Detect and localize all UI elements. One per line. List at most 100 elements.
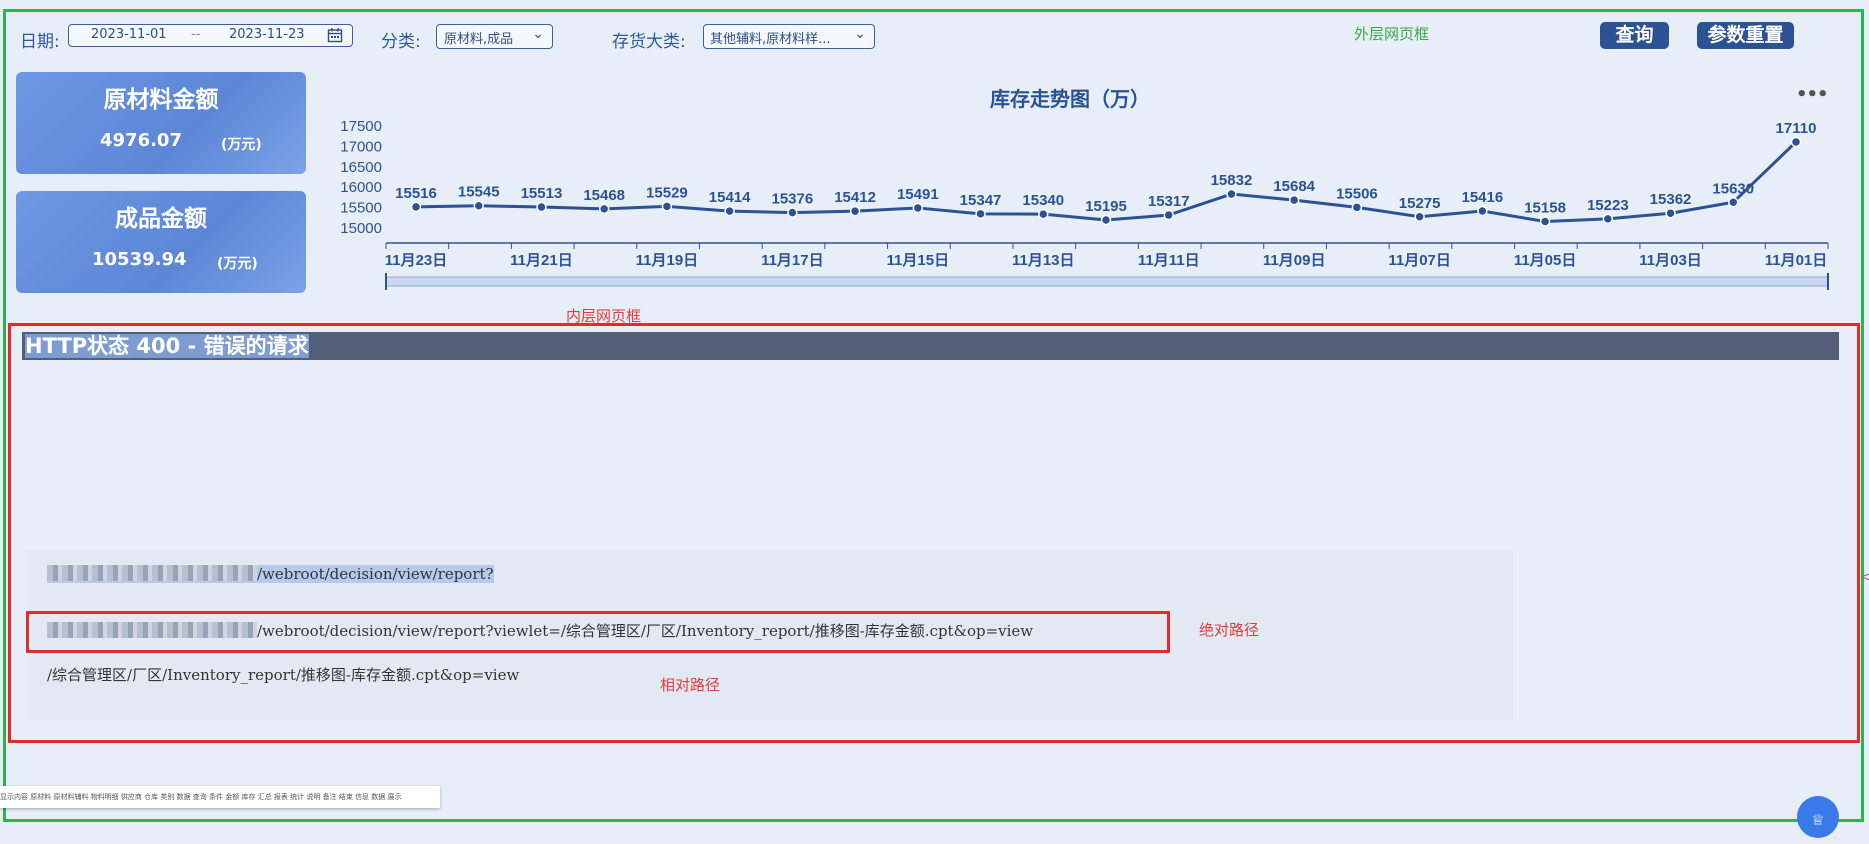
query-button[interactable]: 查询 (1600, 22, 1669, 49)
url-line-absolute: /webroot/decision/view/report?viewlet=/综… (47, 620, 1033, 641)
data-point (787, 207, 798, 218)
data-point (1226, 188, 1237, 200)
data-point (1100, 214, 1112, 226)
scroll-handle[interactable]: < (1860, 570, 1869, 585)
x-tick-label: 11月11日 (1138, 252, 1200, 269)
url-line-relative: /综合管理区/厂区/Inventory_report/推移图-库存金额.cpt&… (47, 666, 520, 684)
x-tick-label: 11月21日 (510, 252, 573, 269)
assistant-crown-icon[interactable]: ♕ (1797, 796, 1839, 838)
data-point (1288, 194, 1300, 206)
y-tick-label: 17500 (340, 118, 382, 135)
data-point (598, 203, 610, 215)
error-title-text: HTTP状态 400 - 错误的请求 (25, 334, 309, 358)
data-point (912, 202, 924, 214)
url-absolute-text: /webroot/decision/view/report?viewlet=/综… (257, 622, 1034, 640)
outer-frame-annotation: 外层网页框 (1354, 25, 1430, 43)
kpi-value: 4976.07 (100, 130, 182, 151)
x-tick-label: 11月19日 (636, 252, 699, 269)
data-label: 15416 (1462, 189, 1504, 206)
data-point (1665, 207, 1676, 219)
data-label: 15832 (1211, 172, 1253, 189)
chevron-down-icon: ⌄ (532, 26, 544, 42)
data-point (1163, 209, 1174, 221)
data-label: 15468 (583, 187, 625, 204)
kpi-title: 成品金额 (115, 206, 207, 232)
date-separator: -- (191, 27, 201, 42)
inventory-trend-chart: 15000 15500 16000 16500 17000 17500 11月23日 11月2… (340, 118, 1829, 290)
data-point (724, 205, 735, 217)
relative-path-annotation: 相对路径 (660, 676, 721, 694)
category-select[interactable]: 原材料,成品 ⌄ (436, 24, 553, 49)
data-point (1351, 202, 1363, 213)
date-range-picker[interactable]: 2023-11-01 -- 2023-11-23 (68, 24, 353, 47)
url-base-text: /webroot/decision/view/report? (257, 565, 494, 583)
data-label: 15414 (709, 189, 751, 206)
data-label: 15158 (1524, 200, 1566, 217)
x-tick-label: 11月15日 (887, 252, 950, 269)
data-label: 15412 (834, 189, 876, 206)
more-options-icon[interactable]: ••• (1796, 84, 1829, 105)
data-label: 17110 (1776, 120, 1817, 137)
data-label: 15347 (960, 192, 1002, 209)
data-point (1790, 136, 1802, 148)
data-label: 15275 (1399, 195, 1441, 212)
data-label: 15317 (1148, 193, 1190, 210)
data-point (536, 201, 547, 213)
data-label: 15516 (395, 185, 437, 202)
data-point (1477, 205, 1488, 217)
data-label: 15491 (897, 186, 939, 203)
date-label: 日期: (20, 32, 60, 52)
kpi-unit: (万元) (221, 137, 262, 153)
x-tick-label: 11月07日 (1388, 252, 1451, 269)
kpi-unit: (万元) (217, 256, 258, 272)
data-label: 15684 (1273, 178, 1315, 195)
chevron-down-icon: ⌄ (854, 26, 866, 42)
data-label: 15223 (1587, 197, 1629, 214)
data-point (410, 201, 422, 213)
inventory-class-select[interactable]: 其他辅料,原材料样... ⌄ (703, 24, 875, 49)
calendar-icon[interactable] (327, 27, 343, 43)
data-point (661, 201, 673, 212)
x-tick-label: 11月13日 (1012, 252, 1075, 269)
x-tick-label: 11月05日 (1514, 252, 1577, 269)
error-title: HTTP状态 400 - 错误的请求 (22, 332, 1839, 360)
x-tick-label: 11月09日 (1263, 252, 1326, 269)
data-point (1728, 197, 1739, 208)
data-label: 15513 (521, 185, 563, 202)
date-to[interactable]: 2023-11-23 (229, 27, 305, 42)
data-label: 15545 (458, 184, 500, 201)
y-tick-label: 16500 (340, 159, 382, 176)
date-from[interactable]: 2023-11-01 (91, 27, 167, 42)
y-tick-label: 15500 (340, 200, 382, 217)
data-point (849, 205, 861, 217)
y-tick-label: 15000 (340, 220, 382, 237)
redacted-host (47, 622, 257, 638)
redacted-host (47, 565, 257, 581)
kpi-card-finished-goods: 成品金额 10539.94 (万元) (16, 191, 306, 293)
data-label: 15362 (1650, 191, 1692, 208)
x-tick-label: 11月23日 (385, 252, 448, 269)
data-point (975, 208, 986, 220)
data-label: 15195 (1085, 198, 1127, 215)
data-point (473, 200, 484, 211)
inventory-class-label: 存货大类: (612, 32, 686, 52)
data-point (1602, 213, 1614, 225)
data-point (1414, 211, 1425, 222)
data-label: 15630 (1712, 180, 1754, 197)
kpi-card-raw-material: 原材料金额 4976.07 (万元) (16, 72, 306, 174)
kpi-value: 10539.94 (92, 249, 187, 270)
data-label: 15376 (772, 191, 814, 208)
data-point (1539, 216, 1551, 227)
data-label: 15506 (1336, 185, 1378, 202)
y-tick-label: 17000 (340, 138, 382, 155)
category-value: 原材料,成品 (444, 32, 514, 47)
data-label: 15529 (646, 184, 688, 201)
y-tick-label: 16000 (340, 179, 382, 196)
bottom-preview-strip: 显示内容 原材料 原材料辅料 物料明细 供应商 仓库 类别 数据 查询 条件 金… (0, 786, 440, 808)
kpi-title: 原材料金额 (103, 87, 219, 113)
reset-parameters-button[interactable]: 参数重置 (1697, 22, 1794, 49)
x-tick-label: 11月17日 (761, 252, 824, 269)
category-label: 分类: (381, 32, 421, 52)
chart-title: 库存走势图（万） (990, 87, 1150, 111)
data-point (1038, 208, 1049, 220)
